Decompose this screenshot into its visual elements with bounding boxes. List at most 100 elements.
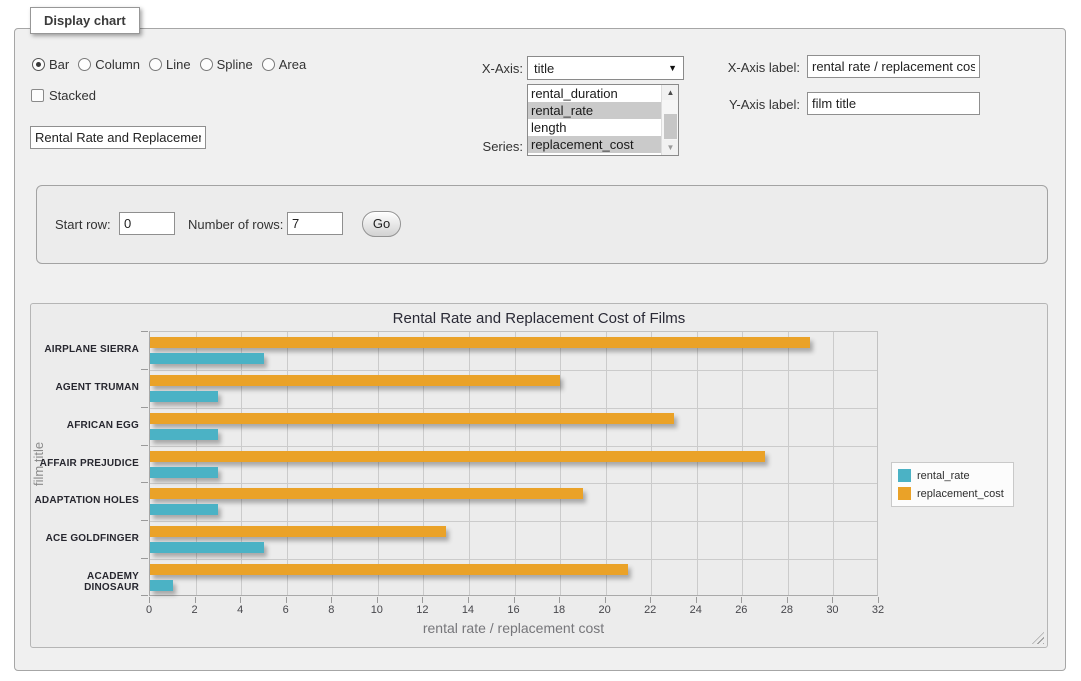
x-tick-mark bbox=[605, 597, 606, 603]
category-label: AGENT TRUMAN bbox=[31, 382, 139, 393]
x-tick-label: 22 bbox=[630, 604, 670, 616]
x-tick-mark bbox=[696, 597, 697, 603]
gridline bbox=[697, 332, 698, 595]
category-label: ACE GOLDFINGER bbox=[31, 533, 139, 544]
radio-button-icon[interactable] bbox=[32, 58, 45, 71]
y-tick-mark bbox=[141, 520, 148, 521]
category-label: ADAPTATION HOLES bbox=[31, 495, 139, 506]
bar-rental_rate bbox=[150, 353, 264, 364]
radio-button-icon[interactable] bbox=[78, 58, 91, 71]
bar-rental_rate bbox=[150, 467, 218, 478]
x-tick-label: 14 bbox=[448, 604, 488, 616]
x-tick-label: 28 bbox=[767, 604, 807, 616]
xaxis-select-value: title bbox=[534, 61, 554, 76]
x-tick-mark bbox=[787, 597, 788, 603]
chart-container: Rental Rate and Replacement Cost of Film… bbox=[30, 303, 1048, 648]
x-tick-label: 6 bbox=[266, 604, 306, 616]
chart-title: Rental Rate and Replacement Cost of Film… bbox=[31, 310, 1047, 327]
bar-replacement_cost bbox=[150, 451, 765, 462]
x-tick-label: 20 bbox=[585, 604, 625, 616]
x-tick-mark bbox=[559, 597, 560, 603]
x-tick-label: 10 bbox=[357, 604, 397, 616]
bar-rental_rate bbox=[150, 580, 173, 591]
xaxis-label-input[interactable] bbox=[807, 55, 980, 78]
go-button[interactable]: Go bbox=[362, 211, 401, 237]
y-tick-mark bbox=[141, 445, 148, 446]
x-tick-label: 2 bbox=[175, 604, 215, 616]
chart-legend: rental_rate replacement_cost bbox=[891, 462, 1014, 507]
y-tick-mark bbox=[141, 558, 148, 559]
legend-item-replacement_cost: replacement_cost bbox=[898, 487, 1004, 500]
x-tick-label: 16 bbox=[494, 604, 534, 616]
chart-type-radio-spline[interactable]: Spline bbox=[200, 57, 253, 72]
scroll-up-icon[interactable]: ▲ bbox=[662, 85, 679, 100]
gridline bbox=[241, 332, 242, 595]
x-tick-mark bbox=[650, 597, 651, 603]
chart-title-input[interactable] bbox=[30, 126, 206, 149]
start-row-input[interactable] bbox=[119, 212, 175, 235]
listbox-scrollbar[interactable]: ▲ ▼ bbox=[661, 85, 678, 155]
chart-type-radio-area[interactable]: Area bbox=[262, 57, 306, 72]
series-option-rental_duration[interactable]: rental_duration bbox=[528, 85, 662, 102]
bar-replacement_cost bbox=[150, 564, 628, 575]
scrollbar-thumb[interactable] bbox=[664, 114, 677, 139]
series-listbox[interactable]: rental_durationrental_ratelengthreplacem… bbox=[527, 84, 679, 156]
series-option-rental_rate[interactable]: rental_rate bbox=[528, 102, 662, 119]
x-tick-mark bbox=[195, 597, 196, 603]
number-of-rows-input[interactable] bbox=[287, 212, 343, 235]
x-tick-label: 26 bbox=[721, 604, 761, 616]
bar-replacement_cost bbox=[150, 488, 583, 499]
chart-type-radio-line[interactable]: Line bbox=[149, 57, 191, 72]
x-tick-label: 18 bbox=[539, 604, 579, 616]
gridline bbox=[196, 332, 197, 595]
x-tick-label: 12 bbox=[402, 604, 442, 616]
bar-replacement_cost bbox=[150, 375, 560, 386]
gridline bbox=[332, 332, 333, 595]
x-tick-label: 32 bbox=[858, 604, 898, 616]
yaxis-label-input[interactable] bbox=[807, 92, 980, 115]
resize-grip-icon[interactable] bbox=[1032, 632, 1044, 644]
legend-item-rental_rate: rental_rate bbox=[898, 469, 1004, 482]
x-tick-mark bbox=[514, 597, 515, 603]
category-label: AFRICAN EGG bbox=[31, 420, 139, 431]
bar-replacement_cost bbox=[150, 413, 674, 424]
xaxis-select-label: X-Axis: bbox=[440, 61, 523, 76]
chart-type-radio-column[interactable]: Column bbox=[78, 57, 140, 72]
yaxis-label-label: Y-Axis label: bbox=[700, 97, 800, 112]
category-label: AFFAIR PREJUDICE bbox=[31, 458, 139, 469]
x-tick-mark bbox=[741, 597, 742, 603]
y-tick-mark bbox=[141, 482, 148, 483]
stacked-checkbox[interactable] bbox=[31, 89, 44, 102]
xaxis-select[interactable]: title ▼ bbox=[527, 56, 684, 80]
radio-button-icon[interactable] bbox=[149, 58, 162, 71]
bar-rental_rate bbox=[150, 542, 264, 553]
gridline bbox=[150, 370, 877, 371]
stacked-checkbox-row[interactable]: Stacked bbox=[31, 88, 96, 103]
series-option-length[interactable]: length bbox=[528, 119, 662, 136]
start-row-label: Start row: bbox=[55, 217, 111, 232]
series-option-replacement_cost[interactable]: replacement_cost bbox=[528, 136, 662, 153]
series-options: rental_durationrental_ratelengthreplacem… bbox=[528, 85, 678, 153]
radio-label: Line bbox=[166, 57, 191, 72]
chart-type-radio-bar[interactable]: Bar bbox=[32, 57, 69, 72]
radio-label: Bar bbox=[49, 57, 69, 72]
x-tick-mark bbox=[422, 597, 423, 603]
x-tick-label: 0 bbox=[129, 604, 169, 616]
series-listbox-label: Series: bbox=[440, 139, 523, 154]
y-tick-mark bbox=[141, 407, 148, 408]
y-tick-mark bbox=[141, 369, 148, 370]
scroll-down-icon[interactable]: ▼ bbox=[662, 140, 679, 155]
xaxis-label-label: X-Axis label: bbox=[700, 60, 800, 75]
gridline bbox=[651, 332, 652, 595]
x-tick-label: 30 bbox=[812, 604, 852, 616]
number-of-rows-label: Number of rows: bbox=[188, 217, 283, 232]
x-tick-mark bbox=[286, 597, 287, 603]
gridline bbox=[150, 559, 877, 560]
legend-swatch-icon bbox=[898, 487, 911, 500]
bar-replacement_cost bbox=[150, 526, 446, 537]
radio-button-icon[interactable] bbox=[200, 58, 213, 71]
gridline bbox=[287, 332, 288, 595]
radio-label: Area bbox=[279, 57, 306, 72]
x-tick-label: 24 bbox=[676, 604, 716, 616]
radio-button-icon[interactable] bbox=[262, 58, 275, 71]
